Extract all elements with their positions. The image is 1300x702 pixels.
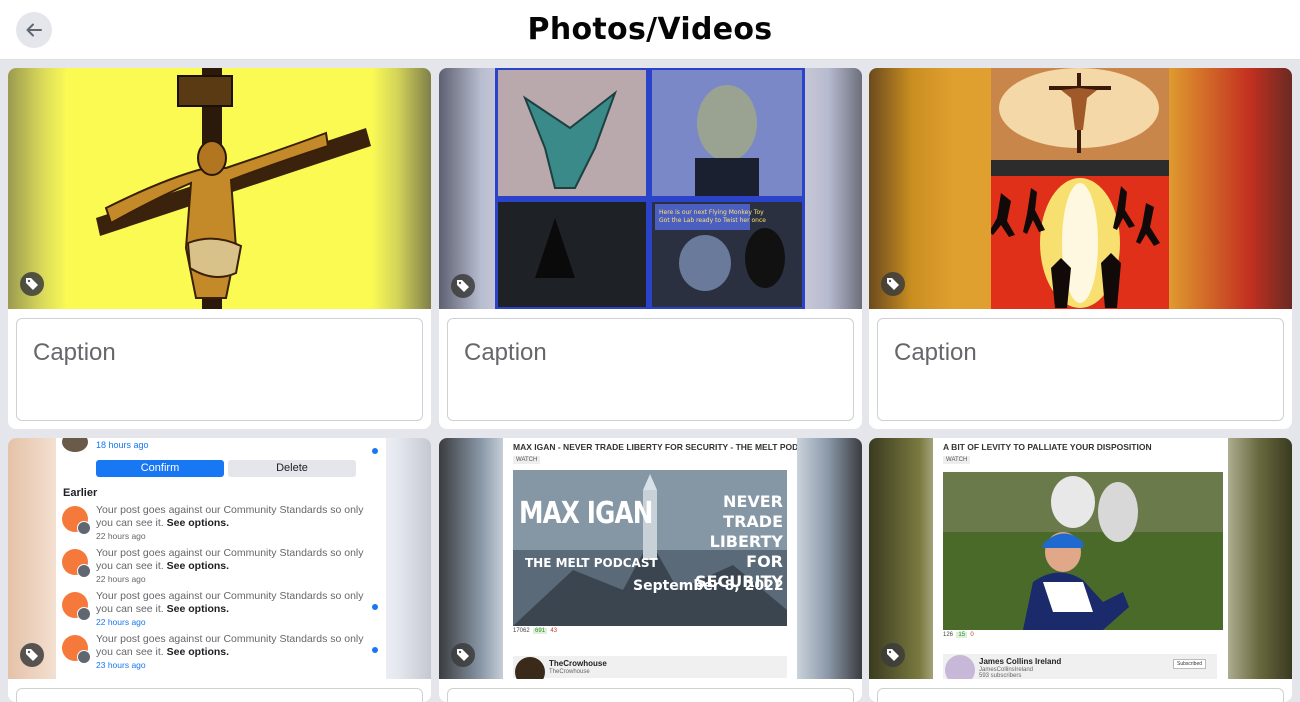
media-card: Caption — [8, 68, 431, 429]
video-stats: 126 15 0 — [943, 632, 974, 638]
page-title: Photos/Videos — [527, 12, 773, 47]
media-grid: Caption Here is our next Flying Monkey T… — [8, 68, 1292, 702]
notifications-screenshot: 18 hours ago Confirm Delete Earlier Your… — [56, 438, 386, 679]
warning-icon — [62, 549, 91, 578]
tag-icon — [457, 280, 469, 292]
media-card: Here is our next Flying Monkey Toy Got t… — [439, 68, 862, 429]
media-card: 18 hours ago Confirm Delete Earlier Your… — [8, 438, 431, 702]
media-card: Caption — [869, 68, 1292, 429]
photo-preview[interactable] — [869, 68, 1292, 309]
tag-button[interactable] — [20, 272, 44, 296]
tag-button[interactable] — [881, 643, 905, 667]
warning-icon — [62, 506, 91, 535]
tag-icon — [457, 649, 469, 661]
caption-input[interactable]: Caption — [16, 318, 423, 421]
video-stats: 17062 691 43 — [513, 628, 558, 634]
notification-item: Your post goes against our Community Sta… — [62, 547, 364, 587]
video-thumbnail — [943, 472, 1223, 630]
tag-button[interactable] — [451, 643, 475, 667]
warning-icon — [62, 592, 91, 621]
photo-preview[interactable]: 18 hours ago Confirm Delete Earlier Your… — [8, 438, 431, 679]
photo-preview[interactable]: Here is our next Flying Monkey Toy Got t… — [439, 68, 862, 309]
caption-input[interactable]: Caption — [877, 318, 1284, 421]
svg-text:Here is our next Flying Monkey: Here is our next Flying Monkey Toy — [659, 209, 764, 216]
caption-input[interactable] — [447, 688, 854, 702]
avatar — [945, 655, 975, 679]
tag-button[interactable] — [881, 272, 905, 296]
collage-image: Here is our next Flying Monkey Toy Got t… — [495, 68, 805, 309]
video-screenshot: A BIT OF LEVITY TO PALLIATE YOUR DISPOSI… — [933, 438, 1228, 679]
notification-item: Your post goes against our Community Sta… — [62, 590, 364, 630]
video-thumbnail: MAX IGAN NEVER TRADE LIBERTY FOR SECURIT… — [513, 470, 787, 626]
notification-item: Your post goes against our Community Sta… — [62, 504, 364, 544]
crucifix-image — [66, 68, 372, 309]
notification-item: Your post goes against our Community Sta… — [62, 633, 364, 673]
media-card: MAX IGAN - NEVER TRADE LIBERTY FOR SECUR… — [439, 438, 862, 702]
tag-icon — [26, 278, 38, 290]
caption-input[interactable] — [877, 688, 1284, 702]
top-bar: Photos/Videos — [0, 0, 1300, 60]
caption-input[interactable]: Caption — [447, 318, 854, 421]
warning-icon — [62, 635, 91, 664]
tag-button[interactable] — [20, 643, 44, 667]
media-card: A BIT OF LEVITY TO PALLIATE YOUR DISPOSI… — [869, 438, 1292, 702]
tag-button[interactable] — [451, 274, 475, 298]
photo-preview[interactable] — [8, 68, 431, 309]
tag-icon — [887, 649, 899, 661]
photo-preview[interactable]: A BIT OF LEVITY TO PALLIATE YOUR DISPOSI… — [869, 438, 1292, 679]
tag-icon — [26, 649, 38, 661]
photo-preview[interactable]: MAX IGAN - NEVER TRADE LIBERTY FOR SECUR… — [439, 438, 862, 679]
svg-text:Got the Lab ready to Twist her: Got the Lab ready to Twist her once — [659, 217, 766, 224]
avatar — [515, 657, 545, 679]
video-screenshot: MAX IGAN - NEVER TRADE LIBERTY FOR SECUR… — [503, 438, 797, 679]
channel-row: TheCrowhouse TheCrowhouse — [513, 656, 787, 679]
caption-input[interactable] — [16, 688, 423, 702]
tag-icon — [887, 278, 899, 290]
rapture-image — [991, 68, 1169, 309]
channel-row: James Collins Ireland JamesCollinsIrelan… — [943, 654, 1217, 679]
